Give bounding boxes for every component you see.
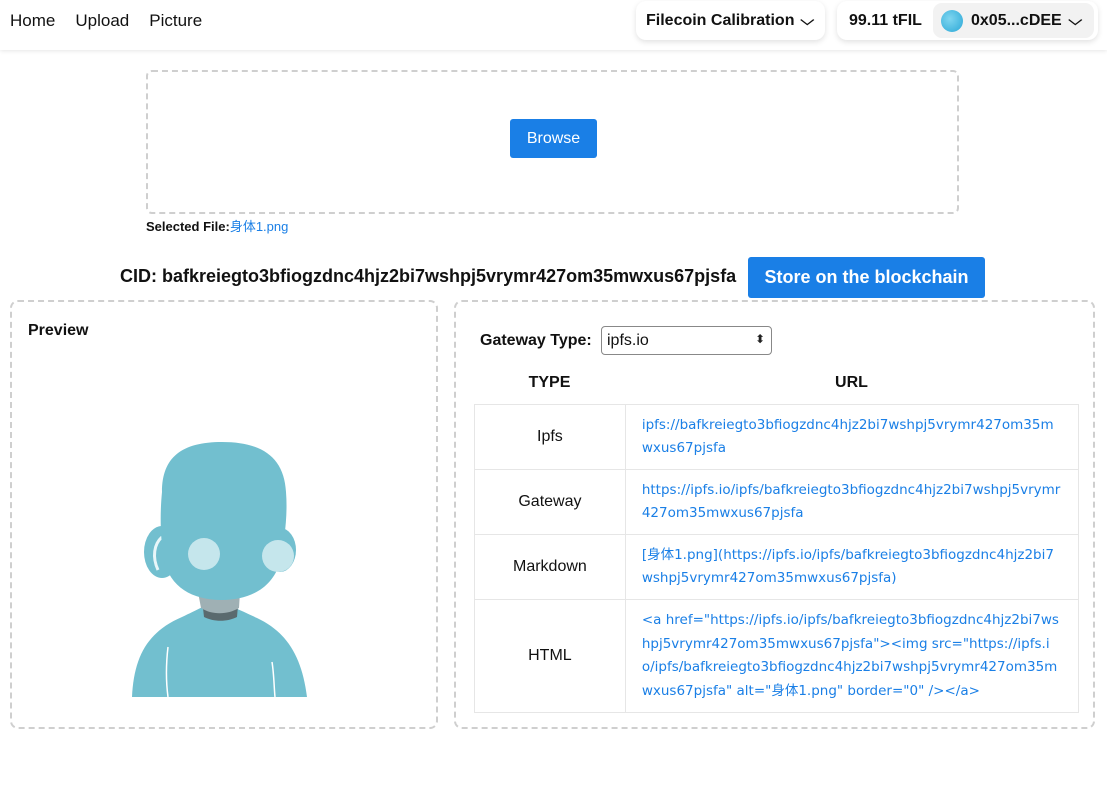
row-type: Markdown — [474, 534, 626, 600]
account-address: 0x05...cDEE — [971, 11, 1062, 29]
nav-links: Home Upload Picture — [10, 0, 202, 42]
row-url[interactable]: [身体1.png](https://ipfs.io/ipfs/bafkreieg… — [624, 534, 1080, 600]
wallet-box: 99.11 tFIL 0x05...cDEE ⌵ — [837, 1, 1098, 40]
account-avatar — [941, 9, 963, 32]
row-url[interactable]: <a href="https://ipfs.io/ipfs/bafkreiegt… — [624, 599, 1080, 713]
selected-file-label: Selected File: — [146, 219, 230, 234]
chevron-down-icon: ⌵ — [1068, 12, 1082, 28]
chevron-down-icon: ⌵ — [800, 12, 815, 28]
column-header-type: TYPE — [528, 374, 571, 391]
preview-title: Preview — [28, 322, 89, 339]
network-selector-button[interactable]: Filecoin Calibration ⌵ — [636, 1, 825, 40]
network-name: Filecoin Calibration — [646, 11, 795, 29]
gateway-panel: Gateway Type: ipfs.io ⬍ TYPE URL Ipfs ip… — [454, 300, 1095, 729]
row-url[interactable]: https://ipfs.io/ipfs/bafkreiegto3bfiogzd… — [624, 469, 1080, 535]
nav-home-link[interactable]: Home — [10, 11, 55, 31]
nav-upload-link[interactable]: Upload — [75, 11, 129, 31]
account-button[interactable]: 0x05...cDEE ⌵ — [933, 3, 1094, 38]
file-dropzone[interactable]: Browse — [146, 70, 959, 214]
preview-image — [132, 442, 307, 697]
column-header-url: URL — [835, 374, 868, 391]
row-type: Gateway — [474, 469, 626, 535]
preview-panel: Preview — [10, 300, 438, 729]
row-type: HTML — [474, 599, 626, 713]
top-navbar: Home Upload Picture Filecoin Calibration… — [0, 0, 1107, 50]
row-url[interactable]: ipfs://bafkreiegto3bfiogzdnc4hjz2bi7wshp… — [624, 404, 1080, 470]
table-row: Ipfs ipfs://bafkreiegto3bfiogzdnc4hjz2bi… — [474, 404, 1080, 470]
selected-file-name[interactable]: 身体1.png — [230, 219, 289, 234]
gateway-type-label: Gateway Type: — [480, 332, 592, 349]
table-row: Gateway https://ipfs.io/ipfs/bafkreiegto… — [474, 469, 1080, 535]
cid-text: CID: bafkreiegto3bfiogzdnc4hjz2bi7wshpj5… — [120, 266, 737, 286]
selected-file-info: Selected File:身体1.png — [146, 216, 288, 235]
gateway-type-value: ipfs.io — [607, 331, 649, 349]
gateway-url-table: Ipfs ipfs://bafkreiegto3bfiogzdnc4hjz2bi… — [474, 404, 1080, 713]
nav-picture-link[interactable]: Picture — [149, 11, 202, 31]
select-arrows-icon: ⬍ — [754, 332, 765, 346]
browse-button[interactable]: Browse — [510, 119, 597, 158]
gateway-type-select[interactable]: ipfs.io ⬍ — [601, 326, 772, 355]
store-on-blockchain-button[interactable]: Store on the blockchain — [748, 257, 985, 298]
table-row: HTML <a href="https://ipfs.io/ipfs/bafkr… — [474, 599, 1080, 713]
row-type: Ipfs — [474, 404, 626, 470]
table-row: Markdown [身体1.png](https://ipfs.io/ipfs/… — [474, 534, 1080, 600]
wallet-balance: 99.11 tFIL — [849, 12, 922, 29]
